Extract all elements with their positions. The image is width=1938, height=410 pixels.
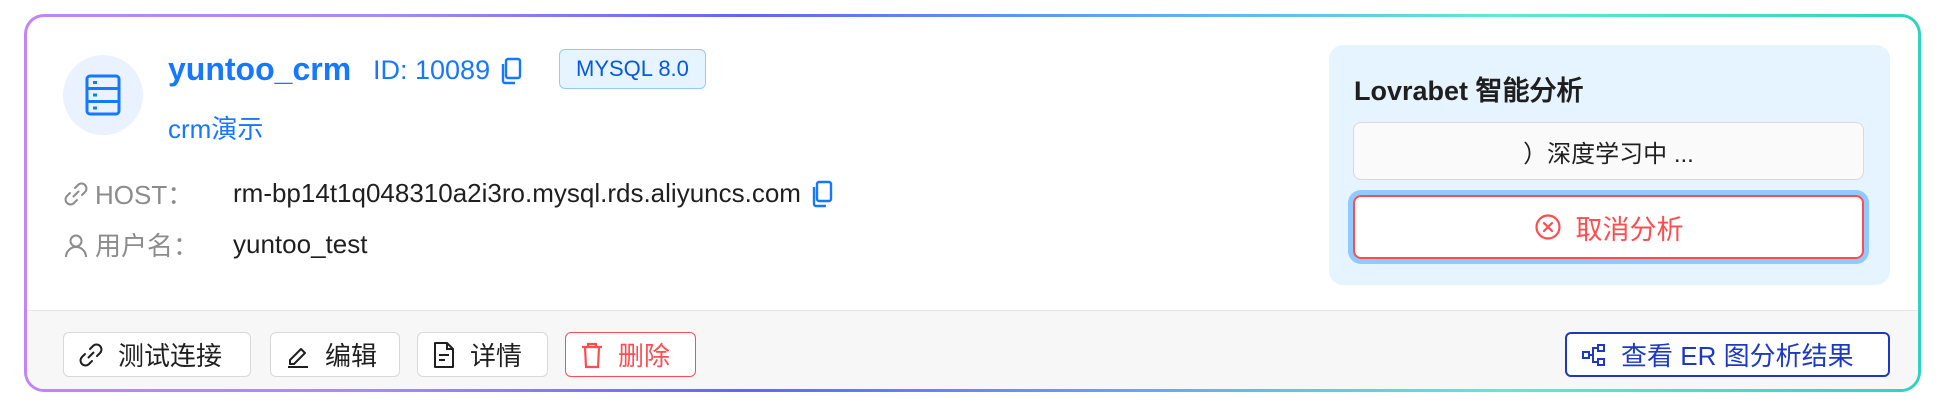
- er-diagram-icon: [1581, 342, 1607, 368]
- db-type-badge: MYSQL 8.0: [559, 49, 706, 89]
- copy-icon[interactable]: [500, 57, 522, 85]
- file-icon: [432, 341, 456, 369]
- user-label-text: 用户名：: [95, 231, 200, 261]
- ai-analysis-panel: Lovrabet 智能分析 ）深度学习中 ... 取消分析: [1329, 45, 1890, 285]
- view-er-diagram-button[interactable]: 查看 ER 图分析结果: [1565, 332, 1890, 377]
- user-row: 用户名： yuntoo_test: [63, 226, 367, 263]
- user-label: 用户名：: [63, 226, 233, 263]
- database-id: ID: 10089: [373, 55, 522, 86]
- card-actions-bar: 测试连接 编辑 详情 删除 查看 ER 图分析结果: [27, 310, 1918, 389]
- ai-panel-title: Lovrabet 智能分析: [1354, 76, 1584, 106]
- database-icon: [85, 74, 121, 116]
- card-gradient-border: yuntoo_crm ID: 10089 MYSQL 8.0 crm演示 HOS…: [24, 14, 1921, 392]
- user-icon: [63, 232, 89, 258]
- database-id-text: ID: 10089: [373, 55, 491, 85]
- close-circle-icon: [1534, 213, 1562, 241]
- ai-status-button[interactable]: ）深度学习中 ...: [1353, 122, 1864, 180]
- delete-icon: [580, 341, 604, 369]
- cancel-analysis-button[interactable]: 取消分析: [1353, 195, 1864, 259]
- host-label-text: HOST：: [95, 180, 194, 210]
- delete-button[interactable]: 删除: [565, 332, 696, 377]
- details-label: 详情: [470, 341, 523, 371]
- details-button[interactable]: 详情: [417, 332, 548, 377]
- test-connection-button[interactable]: 测试连接: [63, 332, 251, 377]
- cancel-analysis-label: 取消分析: [1575, 214, 1684, 245]
- edit-label: 编辑: [325, 341, 378, 371]
- database-name[interactable]: yuntoo_crm: [168, 51, 351, 88]
- host-value-text: rm-bp14t1q048310a2i3ro.mysql.rds.aliyunc…: [233, 178, 801, 208]
- host-value: rm-bp14t1q048310a2i3ro.mysql.rds.aliyunc…: [233, 178, 833, 209]
- link-icon: [63, 181, 89, 207]
- delete-label: 删除: [618, 341, 671, 371]
- link-icon: [78, 342, 104, 368]
- host-row: HOST： rm-bp14t1q048310a2i3ro.mysql.rds.a…: [63, 175, 833, 212]
- edit-icon: [285, 342, 311, 368]
- database-description: crm演示: [168, 114, 264, 144]
- user-value: yuntoo_test: [233, 229, 368, 259]
- database-avatar: [63, 55, 143, 135]
- edit-button[interactable]: 编辑: [270, 332, 400, 377]
- test-connection-label: 测试连接: [118, 341, 223, 371]
- database-card: yuntoo_crm ID: 10089 MYSQL 8.0 crm演示 HOS…: [27, 17, 1918, 389]
- view-er-label: 查看 ER 图分析结果: [1621, 341, 1854, 371]
- copy-icon[interactable]: [811, 180, 833, 208]
- host-label: HOST：: [63, 175, 233, 212]
